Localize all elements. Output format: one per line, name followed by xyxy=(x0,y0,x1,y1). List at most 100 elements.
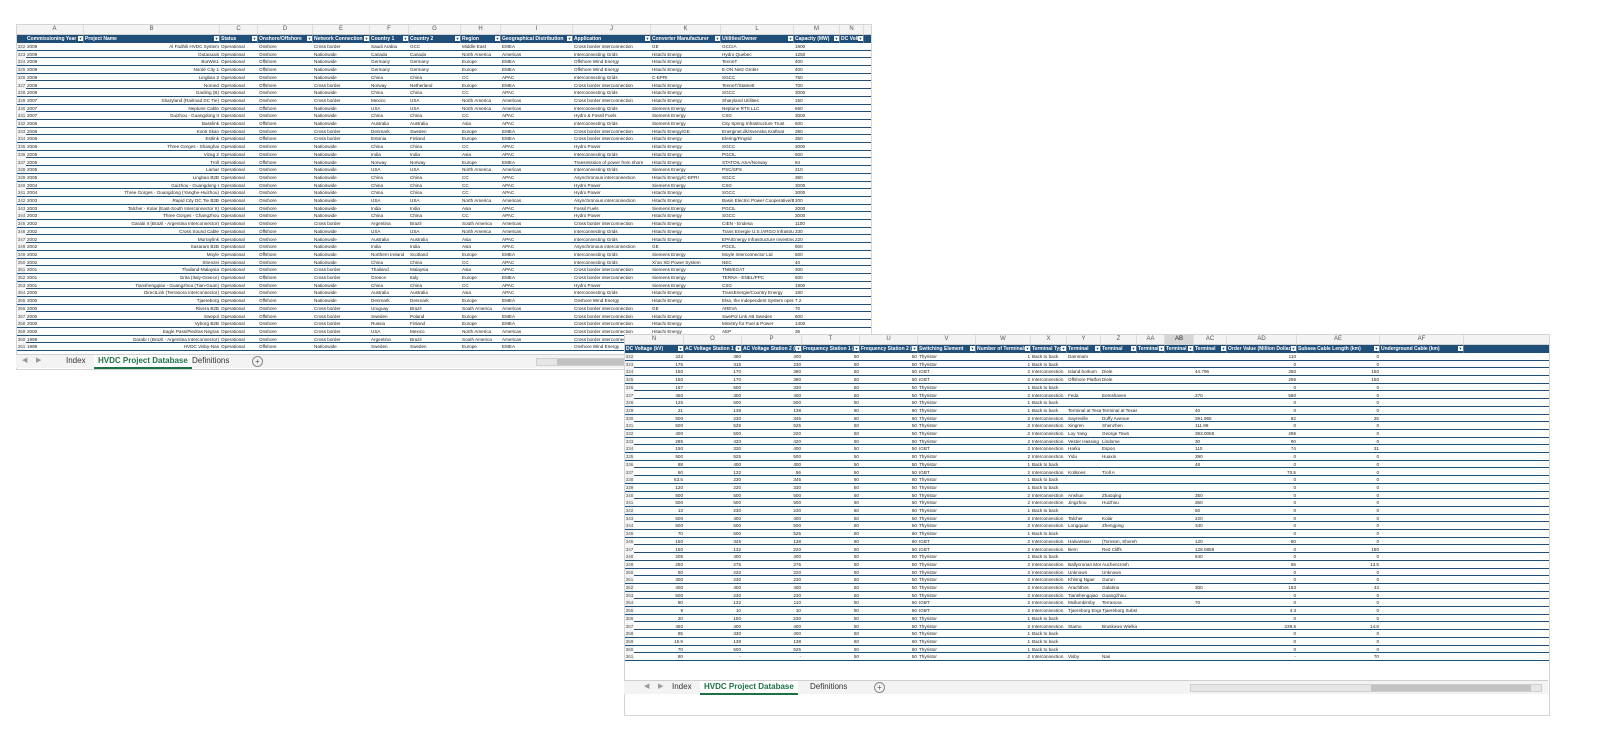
table-cell[interactable]: 0 xyxy=(1227,576,1297,583)
table-cell[interactable]: Operational xyxy=(220,189,258,196)
table-cell[interactable]: 230 xyxy=(684,592,742,599)
table-cell[interactable]: 60 xyxy=(802,361,860,368)
table-cell[interactable]: 50 xyxy=(802,399,860,406)
table-cell[interactable]: 0 xyxy=(1297,592,1380,599)
table-cell[interactable]: Offshore xyxy=(258,297,313,304)
table-cell[interactable]: CSG xyxy=(721,112,794,119)
table-cell[interactable] xyxy=(1194,353,1227,360)
table-cell[interactable]: 500 xyxy=(742,499,802,506)
table-cell[interactable]: Back to back xyxy=(1031,553,1067,560)
table-cell[interactable]: Hitachi Energy xyxy=(651,189,721,196)
table-cell[interactable]: Brazil xyxy=(409,220,461,227)
table-cell[interactable] xyxy=(1067,399,1101,406)
table-cell[interactable]: 285 xyxy=(625,438,684,445)
table-cell[interactable] xyxy=(1165,607,1194,614)
filter-dropdown-icon[interactable]: ▼ xyxy=(1188,346,1193,351)
table-cell[interactable] xyxy=(1165,399,1194,406)
table-cell[interactable]: 14.8 xyxy=(1297,623,1380,630)
column-letter[interactable]: G xyxy=(409,25,461,34)
table-cell[interactable]: 31 xyxy=(1297,445,1380,452)
row-number[interactable]: 329 xyxy=(17,96,26,104)
table-cell[interactable]: Operational xyxy=(220,305,258,312)
table-cell[interactable] xyxy=(1194,469,1227,476)
table-cell[interactable]: 300 xyxy=(1194,584,1227,591)
table-cell[interactable]: Cross border xyxy=(313,313,370,320)
table-cell[interactable]: TenneT xyxy=(721,58,794,65)
table-cell[interactable]: 205 xyxy=(625,553,684,560)
table-cell[interactable]: Nationwide xyxy=(313,197,370,204)
column-header[interactable]: Project Name ▼ xyxy=(84,35,220,43)
row-number[interactable]: 328 xyxy=(17,89,26,97)
table-cell[interactable]: Thyristor xyxy=(918,399,976,406)
table-cell[interactable]: 500 xyxy=(742,492,802,499)
table-cell[interactable]: 110 xyxy=(742,599,802,606)
next-sheet-icon[interactable]: ▶ xyxy=(36,356,41,364)
table-cell[interactable]: Onshore xyxy=(258,189,313,196)
table-cell[interactable]: Thyristor xyxy=(918,415,976,422)
table-cell[interactable]: 380 xyxy=(742,376,802,383)
table-cell[interactable]: APAC xyxy=(501,289,573,296)
table-cell[interactable]: Rapid City DC Tie B2B xyxy=(84,197,220,204)
table-cell[interactable]: 0 xyxy=(1227,407,1297,414)
column-header[interactable]: Utilities/Owner ▼ xyxy=(721,35,794,43)
table-cell[interactable]: Cross border xyxy=(313,97,370,104)
table-cell[interactable]: 330 xyxy=(794,228,840,235)
table-cell[interactable]: 85 xyxy=(625,630,684,637)
row-number[interactable]: 330 xyxy=(17,104,26,112)
table-cell[interactable]: Three Gorges - Guangdong (Yanghe-Huizhou… xyxy=(84,189,220,196)
table-cell[interactable]: Operational xyxy=(220,89,258,96)
column-letter[interactable]: AC xyxy=(1194,335,1227,344)
table-cell[interactable]: Asia xyxy=(461,120,501,127)
table-cell[interactable]: CC xyxy=(461,89,501,96)
table-cell[interactable]: 0 xyxy=(1227,630,1297,637)
table-cell[interactable]: 0 xyxy=(1227,646,1297,653)
table-cell[interactable] xyxy=(1101,507,1137,514)
table-cell[interactable] xyxy=(1165,484,1194,491)
table-cell[interactable]: Interconnection xyxy=(1031,445,1067,452)
table-cell[interactable]: North America xyxy=(461,328,501,335)
table-cell[interactable]: Mexico xyxy=(370,97,409,104)
table-cell[interactable]: Thyristor xyxy=(918,353,976,360)
table-cell[interactable]: Siemens Energy xyxy=(651,120,721,127)
table-cell[interactable]: Onshore xyxy=(258,266,313,273)
table-cell[interactable]: Sasaram B2B xyxy=(84,243,220,250)
table-cell[interactable]: 2006 xyxy=(26,135,84,142)
table-cell[interactable]: 0 xyxy=(1297,361,1380,368)
table-cell[interactable]: 2 xyxy=(976,499,1031,506)
table-cell[interactable] xyxy=(1137,646,1165,653)
table-cell[interactable]: 400 xyxy=(742,353,802,360)
column-letter[interactable]: A xyxy=(26,25,84,34)
table-cell[interactable]: Outaouais xyxy=(84,51,220,58)
table-cell[interactable]: 330 xyxy=(742,384,802,391)
table-cell[interactable]: Thyristor xyxy=(918,623,976,630)
table-cell[interactable]: 0 xyxy=(1297,476,1380,483)
table-cell[interactable]: 150 xyxy=(625,376,684,383)
table-cell[interactable]: Elering/Fingrid xyxy=(721,135,794,142)
table-cell[interactable]: Americas xyxy=(501,220,573,227)
table-cell[interactable]: Greece xyxy=(370,274,409,281)
table-cell[interactable]: Gaoling (B) xyxy=(84,89,220,96)
table-cell[interactable]: 2007 xyxy=(26,105,84,112)
table-cell[interactable]: Europe xyxy=(461,135,501,142)
table-cell[interactable]: South America xyxy=(461,220,501,227)
table-cell[interactable]: EPA/Energy Infrastructure Investme xyxy=(721,236,794,243)
table-cell[interactable]: Tjaereborg Enge xyxy=(1067,607,1101,614)
table-cell[interactable]: China xyxy=(370,212,409,219)
table-cell[interactable]: 60 xyxy=(860,538,918,545)
row-number[interactable]: 345 xyxy=(17,220,26,228)
table-cell[interactable]: 383.0058 xyxy=(1194,430,1227,437)
table-cell[interactable]: 220 xyxy=(1194,515,1227,522)
table-cell[interactable]: 0 xyxy=(1227,476,1297,483)
table-cell[interactable]: 0 xyxy=(1297,615,1380,622)
table-cell[interactable]: Thyristor xyxy=(918,407,976,414)
table-cell[interactable] xyxy=(1137,584,1165,591)
table-cell[interactable]: 50 xyxy=(802,607,860,614)
table-cell[interactable]: Nationwide xyxy=(313,282,370,289)
table-cell[interactable]: Hitachi Energy/GE xyxy=(651,128,721,135)
table-cell[interactable]: 0 xyxy=(1227,492,1297,499)
table-cell[interactable]: Nas xyxy=(1101,653,1137,660)
table-cell[interactable]: CC xyxy=(461,143,501,150)
table-cell[interactable] xyxy=(1194,361,1227,368)
table-cell[interactable]: 2 xyxy=(976,522,1031,529)
table-cell[interactable]: Back to back xyxy=(1031,507,1067,514)
